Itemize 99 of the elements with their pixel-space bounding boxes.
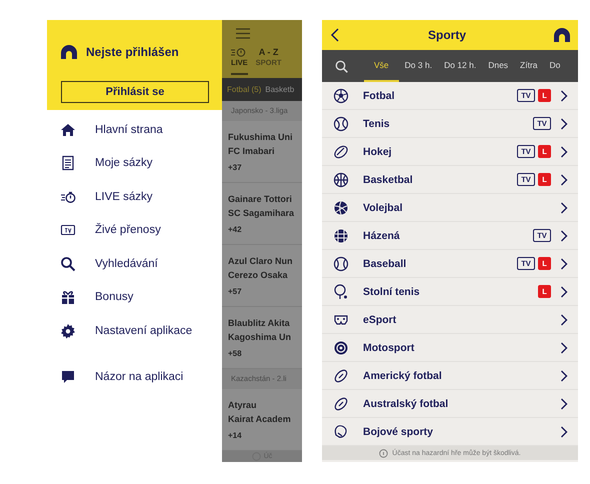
menu-label: Moje sázky bbox=[95, 157, 153, 170]
match-row[interactable]: Azul Claro Nun Cerezo Osaka +57 bbox=[222, 245, 302, 308]
sport-row[interactable]: Motosport bbox=[322, 334, 578, 362]
chevron-icon bbox=[560, 146, 568, 158]
logo-icon[interactable] bbox=[554, 28, 570, 42]
soccer-ball-icon bbox=[333, 88, 349, 104]
menu-label: Hlavní strana bbox=[95, 124, 163, 136]
menu-item[interactable]: Hlavní strana bbox=[47, 113, 222, 146]
info-icon bbox=[379, 448, 388, 458]
football-icon bbox=[333, 368, 349, 384]
market-count: +37 bbox=[228, 163, 243, 172]
sport-name: Baseball bbox=[363, 258, 408, 270]
sport-row[interactable]: eSport bbox=[322, 306, 578, 334]
receipt-icon bbox=[60, 155, 76, 172]
baseball-icon bbox=[333, 256, 349, 272]
menu-item[interactable]: Nastavení aplikace bbox=[47, 314, 222, 348]
volleyball-icon bbox=[333, 200, 349, 216]
filter-tab[interactable]: Vše bbox=[364, 50, 399, 82]
team-name: Atyrau bbox=[228, 399, 258, 412]
team-name: Blaublitz Akita bbox=[228, 317, 291, 330]
sport-name: Australský fotbal bbox=[363, 398, 450, 410]
menu-item[interactable]: Moje sázky bbox=[47, 146, 222, 180]
stopwatch-icon bbox=[231, 47, 248, 57]
sport-name: Bojové sporty bbox=[363, 426, 434, 438]
menu-label: Nastavení aplikace bbox=[95, 324, 192, 337]
chevron-icon bbox=[560, 118, 568, 130]
sport-name: Volejbal bbox=[363, 202, 404, 214]
sport-name: Fotbal bbox=[363, 90, 396, 102]
chevron-icon bbox=[560, 370, 568, 382]
filter-tab[interactable]: Do 12 h. bbox=[438, 50, 482, 82]
chevron-icon bbox=[560, 342, 568, 354]
team-name: Kagoshima Un bbox=[228, 331, 292, 344]
menu-label: LIVE sázky bbox=[95, 190, 153, 203]
tab-title: A - Z bbox=[258, 47, 278, 58]
sport-tab[interactable]: Basketb bbox=[265, 85, 294, 94]
filter-tab[interactable]: Dnes bbox=[482, 50, 514, 82]
sport-row[interactable]: Australský fotbal bbox=[322, 390, 578, 418]
team-name: Kairat Academ bbox=[228, 413, 292, 426]
market-count: +42 bbox=[228, 225, 243, 234]
sport-name: eSport bbox=[363, 314, 398, 326]
tennis-ball-icon bbox=[333, 116, 349, 132]
chevron-icon bbox=[560, 286, 568, 298]
sport-name: Stolní tenis bbox=[363, 286, 421, 298]
chevron-icon bbox=[560, 398, 568, 410]
filter-tab[interactable]: Zítra bbox=[514, 50, 544, 82]
settings-icon bbox=[60, 322, 76, 339]
menu-icon bbox=[236, 28, 250, 39]
sport-name: Tenis bbox=[363, 118, 391, 130]
sport-row[interactable]: Volejbal bbox=[322, 194, 578, 222]
market-count: +14 bbox=[228, 431, 243, 440]
sport-name: Hokej bbox=[363, 146, 393, 158]
chevron-icon bbox=[560, 174, 568, 186]
table-tennis-icon bbox=[333, 284, 349, 300]
basketball-icon bbox=[333, 172, 349, 188]
menu-label: Živé přenosy bbox=[95, 224, 161, 236]
home-icon bbox=[60, 122, 76, 138]
team-name: FC Imabari bbox=[228, 145, 276, 158]
logo-icon bbox=[61, 45, 77, 59]
chevron-icon bbox=[560, 258, 568, 270]
filter-tab[interactable]: Do 3 h. bbox=[398, 50, 438, 82]
match-row[interactable]: Gainare Tottori SC Sagamihara +42 bbox=[222, 183, 302, 246]
team-name: Fukushima Uni bbox=[228, 131, 294, 144]
chevron-icon bbox=[560, 90, 568, 102]
search-icon[interactable] bbox=[335, 60, 348, 72]
login-button[interactable]: Přihlásit se bbox=[61, 81, 209, 103]
chat-bubble-icon bbox=[60, 369, 76, 386]
team-name: SC Sagamihara bbox=[228, 207, 296, 220]
menu-label: Vyhledávání bbox=[95, 258, 158, 270]
team-name: Azul Claro Nun bbox=[228, 255, 294, 268]
menu-label: Názor na aplikaci bbox=[95, 371, 184, 384]
football-icon bbox=[333, 396, 349, 412]
chevron-icon bbox=[560, 314, 568, 326]
match-row[interactable]: Fukushima Uni FC Imabari +37 bbox=[222, 121, 302, 184]
market-count: +58 bbox=[228, 349, 243, 358]
team-name: Cerezo Osaka bbox=[228, 269, 289, 282]
sport-name: Americký fotbal bbox=[363, 370, 443, 382]
menu-item[interactable]: LIVE sázky bbox=[47, 180, 222, 214]
back-icon[interactable] bbox=[330, 28, 340, 42]
menu-item[interactable]: Vyhledávání bbox=[47, 247, 222, 280]
chevron-icon bbox=[560, 426, 568, 438]
chevron-icon bbox=[560, 230, 568, 242]
menu-item[interactable]: Živé přenosy bbox=[47, 214, 222, 247]
gift-icon bbox=[60, 289, 76, 306]
handball-icon bbox=[333, 228, 349, 244]
user-status: Nejste přihlášen bbox=[86, 45, 179, 59]
menu-item[interactable]: Názor na aplikaci bbox=[47, 360, 222, 394]
sport-name: Házená bbox=[363, 230, 401, 242]
info-icon bbox=[252, 452, 261, 462]
sport-name: Basketbal bbox=[363, 174, 414, 186]
market-count: +57 bbox=[228, 287, 243, 296]
chevron-icon bbox=[560, 202, 568, 214]
team-name: Gainare Tottori bbox=[228, 193, 293, 206]
sport-row[interactable]: Americký fotbal bbox=[322, 362, 578, 390]
sport-name: Motosport bbox=[363, 342, 416, 354]
menu-item[interactable]: Bonusy bbox=[47, 280, 222, 314]
filter-tab[interactable]: Do bbox=[544, 50, 566, 82]
screen-title: Sporty bbox=[426, 28, 467, 42]
menu-label: Bonusy bbox=[95, 291, 134, 304]
search-icon bbox=[60, 256, 76, 272]
